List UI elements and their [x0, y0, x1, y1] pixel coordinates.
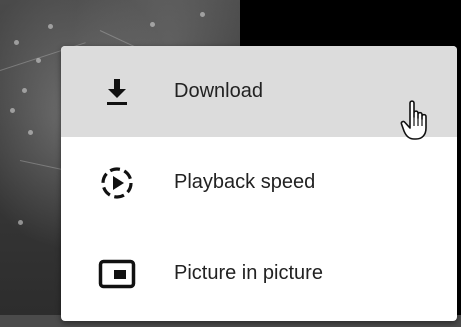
- download-icon: [97, 72, 137, 112]
- playback-speed-icon: [97, 163, 137, 203]
- video-speck: [14, 40, 19, 45]
- video-speck: [10, 108, 15, 113]
- menu-item-label: Picture in picture: [174, 262, 323, 284]
- video-options-menu: Download Playback speed Picture in pictu…: [61, 46, 457, 321]
- menu-item-label: Playback speed: [174, 171, 316, 193]
- video-speck: [200, 12, 205, 17]
- screen: Download Playback speed Picture in pictu…: [0, 0, 461, 327]
- video-speck: [22, 88, 27, 93]
- video-speck: [18, 220, 23, 225]
- video-speck: [28, 130, 33, 135]
- menu-item-playback-speed[interactable]: Playback speed: [61, 137, 457, 228]
- video-speck: [48, 24, 53, 29]
- menu-item-download[interactable]: Download: [61, 46, 457, 137]
- hand-pointer-icon: [400, 99, 434, 143]
- menu-item-picture-in-picture[interactable]: Picture in picture: [61, 228, 457, 319]
- menu-item-label: Download: [174, 80, 263, 102]
- video-speck: [150, 22, 155, 27]
- picture-in-picture-icon: [97, 254, 137, 294]
